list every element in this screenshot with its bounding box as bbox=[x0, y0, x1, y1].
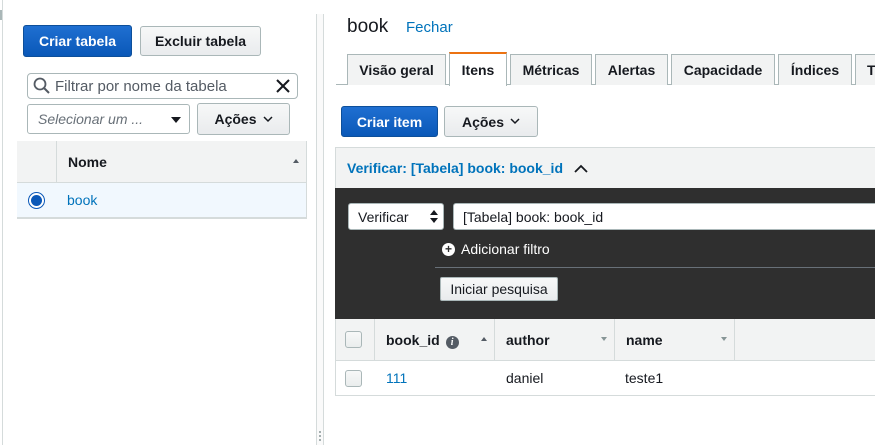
table-filter-select[interactable]: Selecionar um ... bbox=[27, 104, 190, 134]
splitter-grip-icon[interactable] bbox=[318, 430, 322, 442]
book-id-cell[interactable]: 111 bbox=[386, 370, 407, 386]
book-id-label: book_id bbox=[386, 332, 440, 348]
tab-metrics[interactable]: Métricas bbox=[510, 54, 592, 85]
up-down-arrows-icon bbox=[430, 210, 438, 223]
column-separator bbox=[494, 319, 495, 361]
left-edge bbox=[0, 0, 3, 445]
table-title: book bbox=[347, 16, 389, 37]
author-cell: daniel bbox=[506, 370, 544, 386]
column-separator bbox=[734, 319, 735, 361]
tab-items[interactable]: Itens bbox=[449, 52, 507, 86]
table-row bbox=[335, 361, 875, 396]
tab-overview[interactable]: Visão geral bbox=[347, 54, 446, 85]
name-column-header[interactable]: Nome bbox=[68, 154, 107, 170]
left-actions-label: Ações bbox=[214, 111, 257, 127]
select-all-checkbox[interactable] bbox=[345, 331, 362, 348]
sort-asc-icon[interactable] bbox=[293, 159, 299, 163]
scan-mode-value: Verificar bbox=[358, 208, 409, 225]
column-separator bbox=[374, 319, 375, 361]
filter-header[interactable]: Verificar: [Tabela] book: book_id bbox=[335, 147, 875, 188]
create-table-button[interactable]: Criar tabela bbox=[23, 25, 132, 57]
table-name-link[interactable]: book bbox=[67, 192, 97, 208]
grid-right-border bbox=[306, 141, 307, 219]
sort-icon[interactable] bbox=[721, 337, 727, 341]
plus-circle-icon: + bbox=[442, 242, 455, 256]
chevron-down-icon bbox=[171, 117, 181, 123]
column-header-name[interactable]: name bbox=[626, 332, 663, 348]
clear-icon[interactable] bbox=[275, 78, 291, 94]
close-link[interactable]: Fechar bbox=[406, 19, 453, 36]
start-search-button[interactable]: Iniciar pesquisa bbox=[440, 277, 558, 301]
table-row[interactable] bbox=[17, 183, 307, 218]
edge-mark bbox=[0, 10, 2, 20]
scan-target-select[interactable]: [Tabela] book: book_id bbox=[453, 203, 875, 230]
info-icon[interactable]: i bbox=[445, 336, 459, 349]
table-search-box bbox=[27, 73, 298, 99]
tab-alarms[interactable]: Alertas bbox=[595, 54, 668, 85]
create-item-button[interactable]: Criar item bbox=[341, 106, 438, 137]
filter-divider bbox=[435, 267, 875, 268]
column-separator bbox=[614, 319, 615, 361]
chevron-down-icon bbox=[262, 115, 273, 122]
scan-mode-select[interactable]: Verificar bbox=[348, 203, 444, 230]
search-icon bbox=[33, 77, 50, 94]
tab-capacity[interactable]: Capacidade bbox=[671, 54, 775, 85]
add-filter-link[interactable]: + Adicionar filtro bbox=[442, 241, 550, 257]
panel-splitter[interactable] bbox=[316, 14, 324, 445]
row-checkbox[interactable] bbox=[345, 370, 362, 387]
sort-icon[interactable] bbox=[601, 337, 607, 341]
sort-asc-icon[interactable] bbox=[481, 337, 487, 341]
column-header-book-id[interactable]: book_id i bbox=[386, 332, 459, 349]
delete-table-button[interactable]: Excluir tabela bbox=[140, 26, 261, 56]
add-filter-label: Adicionar filtro bbox=[461, 241, 550, 257]
tab-truncated[interactable]: T bbox=[855, 54, 875, 85]
tab-indexes[interactable]: Índices bbox=[778, 54, 852, 85]
chevron-up-icon[interactable] bbox=[574, 164, 588, 173]
items-actions-button[interactable]: Ações bbox=[444, 106, 538, 137]
table-search-input[interactable] bbox=[55, 77, 275, 95]
items-actions-label: Ações bbox=[461, 113, 505, 130]
column-header-author[interactable]: author bbox=[506, 332, 550, 348]
select-placeholder: Selecionar um ... bbox=[38, 111, 144, 127]
name-cell: teste1 bbox=[625, 370, 664, 386]
header-separator bbox=[56, 141, 57, 183]
left-actions-button[interactable]: Ações bbox=[197, 103, 290, 135]
tables-grid-header bbox=[17, 141, 307, 183]
chevron-down-icon bbox=[510, 118, 520, 125]
row-radio[interactable] bbox=[28, 192, 45, 209]
filter-header-label: Verificar: [Tabela] book: book_id bbox=[347, 160, 564, 176]
